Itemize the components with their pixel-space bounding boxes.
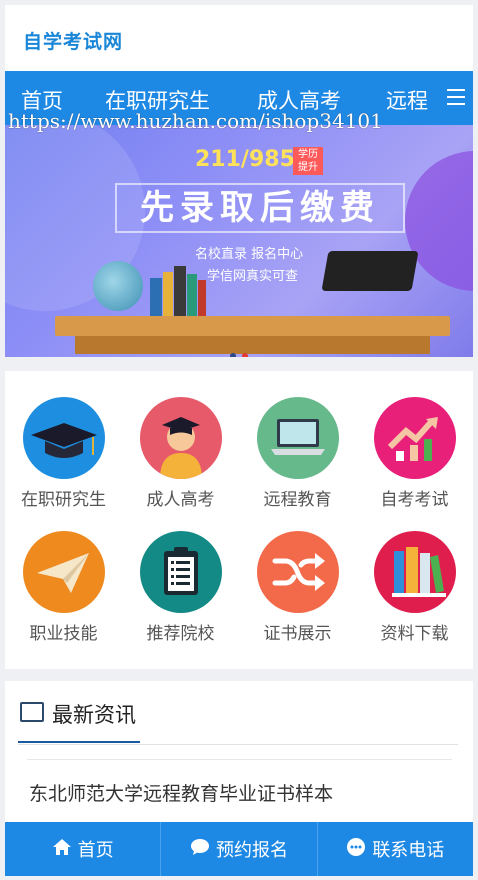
footer-phone-label: 联系电话 [372,840,445,861]
category-item[interactable]: 自考考试 [356,397,473,510]
clipboard-list-icon [139,531,222,613]
site-logo[interactable]: 自学考试网 [23,27,123,54]
banner-tag-text: 学历 提升 [298,149,318,173]
banner-headline-box: 先录取后缴费 [115,183,405,233]
footer-register-button[interactable]: 预约报名 [161,822,318,876]
news-title: 最新资讯 [52,703,136,727]
category-label: 推荐院校 [146,624,215,644]
shuffle-icon-glyph [272,553,325,591]
category-item[interactable]: 职业技能 [5,531,122,644]
category-item[interactable]: 在职研究生 [5,397,122,510]
book-illustration [198,280,206,316]
student-avatar-icon-glyph [159,417,202,479]
book-illustration [150,278,162,316]
divider [18,744,458,745]
pagination-dot[interactable] [230,353,236,357]
paper-plane-icon-glyph [36,553,89,593]
category-item[interactable]: 推荐院校 [122,531,239,644]
news-icon [20,702,44,722]
student-avatar-icon [139,397,222,479]
graduation-cap-icon [22,397,105,479]
books-icon-glyph [391,547,446,597]
book-illustration [163,272,173,316]
clipboard-list-icon-glyph [163,547,198,595]
category-item[interactable]: 成人高考 [122,397,239,510]
banner-line-1: 名校直录 报名中心 [195,247,304,262]
laptop-icon-glyph [270,419,325,455]
category-label: 资料下载 [380,624,449,644]
news-header: 最新资讯 [18,699,140,743]
home-icon [52,838,72,861]
banner-deco-circle [405,151,473,291]
shuffle-icon [256,531,339,613]
banner-badge: 211/985 [195,147,295,172]
banner-line-2: 学信网真实可查 [207,269,299,284]
page: 自学考试网 211/985 学历 提升 先录取后缴费 名校直录 报名中心 学信网真… [0,0,478,880]
graduation-cap-icon-glyph [30,423,97,458]
paper-plane-icon [22,531,105,613]
divider [27,759,452,760]
category-label: 职业技能 [29,624,98,644]
category-label: 在职研究生 [21,490,106,510]
category-item[interactable]: 资料下载 [356,531,473,644]
trending-up-chart-icon [373,397,456,479]
category-grid: 在职研究生 成人高考 远程教育 自考考试职业技能 推荐院校 证书展示 资料下载 [5,371,473,669]
watermark-url: https://www.huzhan.com/ishop34101 [8,109,383,133]
category-item[interactable]: 证书展示 [239,531,356,644]
category-item[interactable]: 远程教育 [239,397,356,510]
category-label: 自考考试 [380,490,449,510]
desk-illustration [55,316,450,336]
news-section: 最新资讯 东北师范大学远程教育毕业证书样本 [5,681,473,831]
banner-pagination[interactable] [230,344,254,357]
book-illustration [187,274,197,316]
header-bar: 自学考试网 [5,5,473,71]
globe-illustration [93,261,143,311]
laptop-icon [256,397,339,479]
hamburger-menu-icon[interactable] [447,88,465,106]
banner-tag: 学历 提升 [293,147,323,175]
trending-up-chart-icon-glyph [387,417,438,461]
footer-home-button[interactable]: 首页 [5,822,162,876]
book-illustration [174,266,186,316]
category-label: 成人高考 [146,490,215,510]
nav-item-distance[interactable]: 远程 [386,85,436,115]
category-label: 证书展示 [263,624,332,644]
footer-home-label: 首页 [77,840,114,861]
books-icon [373,531,456,613]
news-item[interactable]: 东北师范大学远程教育毕业证书样本 [29,779,333,806]
bottom-toolbar: 首页 预约报名 联系电话 [5,822,473,876]
hero-banner[interactable]: 211/985 学历 提升 先录取后缴费 名校直录 报名中心 学信网真实可查 首页… [5,71,473,357]
graduation-cap-illustration [321,251,419,291]
pagination-dot[interactable] [242,353,248,357]
message-dots-icon [346,837,366,862]
footer-register-label: 预约报名 [215,840,288,861]
banner-headline: 先录取后缴费 [140,188,380,228]
category-label: 远程教育 [263,490,332,510]
chat-bubble-icon [190,838,210,861]
footer-phone-button[interactable]: 联系电话 [318,822,473,876]
